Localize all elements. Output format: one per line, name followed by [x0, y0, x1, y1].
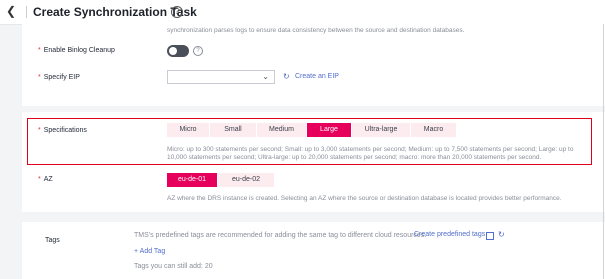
tags-remaining: Tags you can still add: 20: [134, 263, 213, 270]
az-hint: AZ where the DRS instance is created. Se…: [167, 195, 562, 202]
specifications-label: * Specifications: [38, 127, 87, 134]
spec-option-large[interactable]: Large: [307, 123, 351, 137]
binlog-toggle[interactable]: [167, 45, 189, 57]
network-card: [22, 24, 605, 106]
az-option-eu-de-01[interactable]: eu-de-01: [167, 173, 217, 187]
help-icon[interactable]: ?: [171, 6, 183, 18]
spec-option-micro[interactable]: Micro: [167, 123, 209, 137]
scrollbar-track: [603, 24, 604, 279]
spec-option-medium[interactable]: Medium: [257, 123, 306, 137]
eip-select[interactable]: ⌄: [167, 70, 275, 84]
refresh-icon[interactable]: ↻: [283, 72, 290, 81]
divider: [26, 6, 27, 18]
binlog-help-icon[interactable]: ?: [193, 46, 203, 56]
spec-option-macro[interactable]: Macro: [411, 123, 456, 137]
create-predefined-tags-link[interactable]: Create predefined tags: [414, 231, 485, 238]
eip-label: * Specify EIP: [38, 74, 80, 81]
top-bar: ❮ Create Synchronization Task ?: [0, 0, 605, 25]
chevron-down-icon: ⌄: [262, 72, 269, 81]
spec-hint-line2: 10,000 statements per second; Ultra-larg…: [167, 154, 542, 161]
sync-hint: synchronization parses logs to ensure da…: [167, 27, 465, 34]
az-option-eu-de-02[interactable]: eu-de-02: [218, 173, 274, 187]
az-label: * AZ: [38, 176, 53, 183]
create-eip-link[interactable]: Create an EIP: [295, 73, 339, 80]
spec-option-small[interactable]: Small: [210, 123, 256, 137]
external-link-icon[interactable]: [486, 232, 494, 240]
binlog-label: * Enable Binlog Cleanup: [38, 47, 115, 54]
add-tag-button[interactable]: + Add Tag: [134, 248, 165, 255]
spec-option-ultra-large[interactable]: Ultra-large: [352, 123, 410, 137]
tags-hint: TMS's predefined tags are recommended fo…: [134, 232, 427, 239]
tags-label: Tags: [45, 237, 60, 244]
back-arrow-icon[interactable]: ❮: [6, 4, 16, 18]
refresh-tags-icon[interactable]: ↻: [498, 230, 505, 239]
